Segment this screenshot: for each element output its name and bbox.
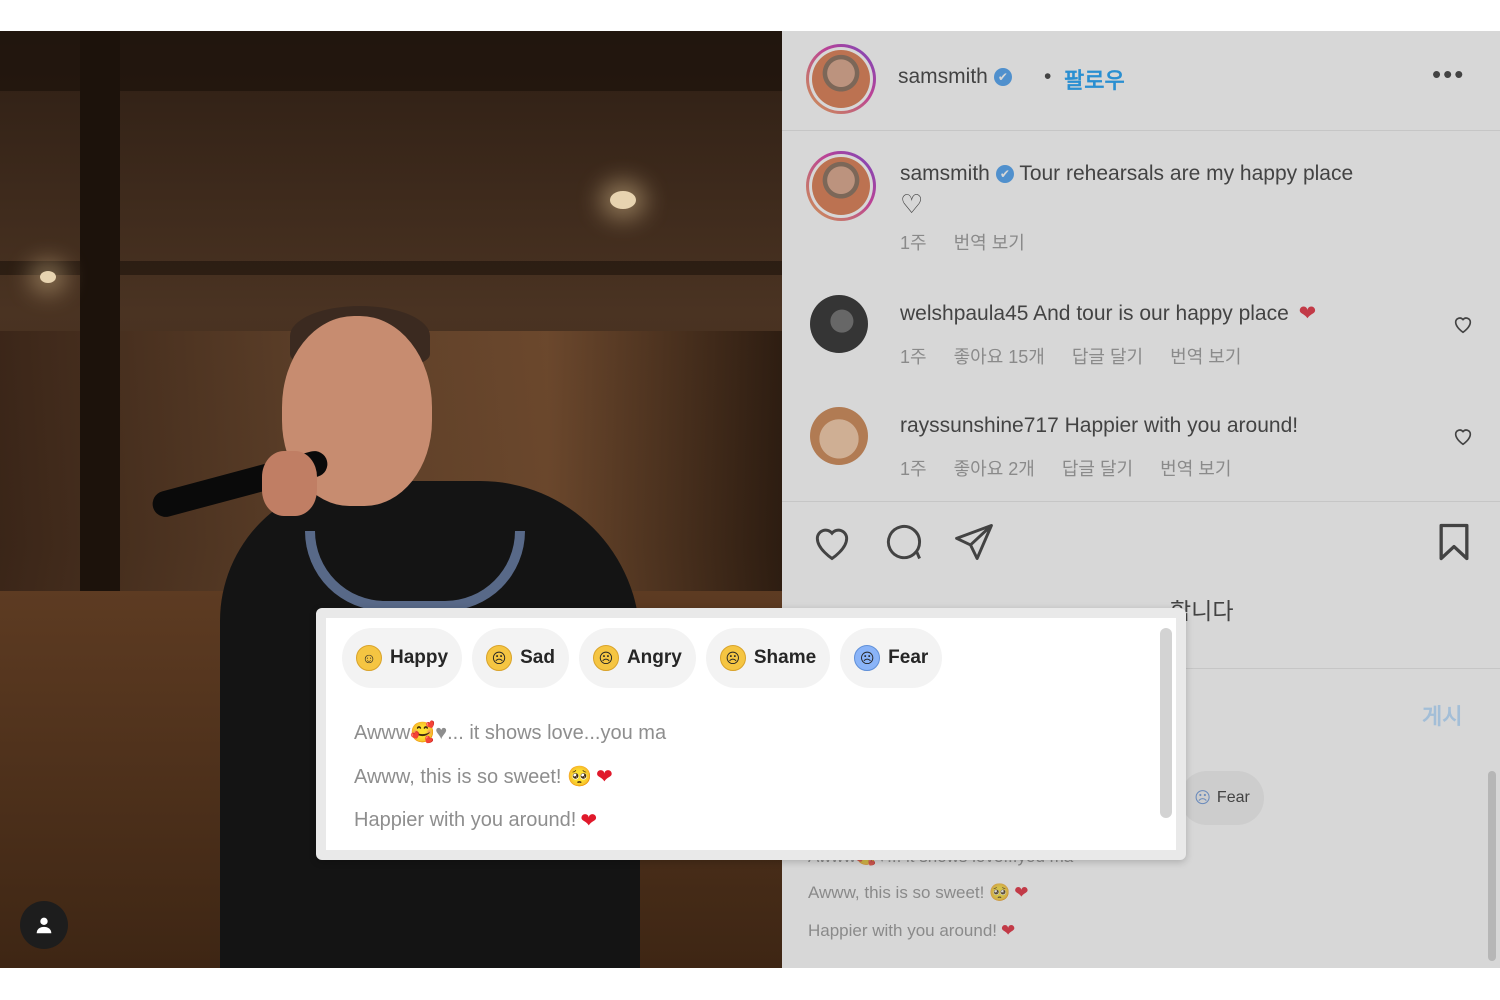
caption-meta: 1주 번역 보기 [900, 229, 1047, 255]
fear-emoji-icon: ☹ [1194, 790, 1211, 807]
suggestion-list: Awww🥰♥... it shows love...you ma Awww, t… [354, 710, 666, 842]
comment-like-icon[interactable] [1452, 313, 1474, 335]
comment-body: And tour is our happy place [1033, 302, 1289, 325]
caption-body: Tour rehearsals are my happy place [1019, 162, 1354, 185]
comment-time[interactable]: 1주 [900, 459, 927, 479]
comment-body: Happier with you around! [1064, 414, 1299, 437]
follow-button[interactable]: 팔로우 [1064, 63, 1125, 95]
comment-text: rayssunshine717 Happier with you around! [900, 411, 1440, 441]
photo-beam [0, 31, 782, 91]
heart-emoji: ❤ [1014, 883, 1029, 902]
photo-light [40, 271, 56, 283]
emotion-suggestion-popup: ☺ Happy ☹ Sad ☹ Angry ☹ Shame ☹ Fear Awww🥰♥..… [316, 608, 1186, 860]
comment-reply[interactable]: 답글 달기 [1072, 347, 1143, 367]
fear-emoji-icon: ☹ [854, 645, 881, 671]
heart-emoji: ❤ [1001, 921, 1016, 940]
share-icon[interactable] [952, 520, 996, 564]
caption-time[interactable]: 1주 [900, 233, 927, 253]
emotion-chip-sad[interactable]: ☹ Sad [472, 628, 569, 688]
post-header: samsmith ✔ • 팔로우 ••• [782, 31, 1500, 131]
photo-light [610, 191, 636, 209]
background-suggestion[interactable]: Awww, this is so sweet! 🥺 ❤ [808, 883, 1029, 903]
chip-label: Fear [888, 647, 929, 668]
suggestion-item[interactable]: Happier with you around! ❤ [354, 798, 666, 842]
author-avatar[interactable] [806, 44, 876, 114]
verified-icon: ✔ [993, 68, 1012, 87]
verified-icon: ✔ [995, 165, 1014, 184]
chip-label: Shame [753, 647, 817, 668]
panel-scrollbar[interactable] [1488, 771, 1496, 961]
caption-username[interactable]: samsmith [900, 162, 990, 185]
emotion-chip-happy[interactable]: ☺ Happy [342, 628, 463, 688]
heart-emoji: ❤ [595, 765, 613, 788]
caption-avatar[interactable] [806, 151, 876, 221]
heart-emoji: ❤ [1298, 302, 1317, 325]
background-suggestion[interactable]: Happier with you around! ❤ [808, 921, 1015, 941]
shame-emoji-icon: ☹ [719, 645, 746, 671]
emotion-chip-angry[interactable]: ☹ Angry [578, 628, 696, 688]
comment-like-icon[interactable] [1452, 425, 1474, 447]
chip-label: Fear [1216, 789, 1250, 806]
author-username-text[interactable]: samsmith [898, 65, 988, 88]
happy-emoji-icon: ☺ [356, 645, 382, 671]
comment-translate[interactable]: 번역 보기 [1160, 459, 1231, 479]
photo-beam [80, 31, 120, 591]
instagram-post-view: samsmith ✔ • 팔로우 ••• samsmith ✔ Tour rehea… [0, 31, 1500, 968]
photo-person-hand [262, 451, 317, 516]
comment-text: welshpaula45 And tour is our happy place… [900, 299, 1440, 329]
caption-heart: ♡ [900, 189, 924, 219]
author-username[interactable]: samsmith ✔ [898, 65, 1012, 89]
emotion-chip-fear[interactable]: ☹ Fear [1180, 771, 1264, 825]
suggestion-text: Happier with you around! [354, 808, 577, 831]
comment-username[interactable]: welshpaula45 [900, 302, 1028, 325]
comment-meta: 1주 좋아요 15개 답글 달기 번역 보기 [900, 343, 1263, 369]
caption-translate[interactable]: 번역 보기 [954, 233, 1025, 253]
commenter-avatar[interactable] [810, 407, 868, 465]
more-options-icon[interactable]: ••• [1432, 59, 1465, 90]
suggestion-text: Awww, this is so sweet! 🥺 [808, 883, 1011, 902]
popup-scrollbar[interactable] [1160, 628, 1172, 818]
comment-time[interactable]: 1주 [900, 347, 927, 367]
comment-likes[interactable]: 좋아요 2개 [954, 459, 1035, 479]
chip-label: Happy [390, 647, 449, 668]
photo-beam [0, 261, 782, 275]
user-icon [36, 917, 52, 934]
tagged-users-button[interactable] [20, 901, 68, 949]
comment-reply[interactable]: 답글 달기 [1062, 459, 1133, 479]
comment-icon[interactable] [882, 520, 926, 564]
comment-meta: 1주 좋아요 2개 답글 달기 번역 보기 [900, 455, 1253, 481]
bookmark-icon[interactable] [1432, 520, 1476, 564]
sad-emoji-icon: ☹ [486, 645, 513, 671]
suggestion-item[interactable]: Awww, this is so sweet! 🥺 ❤ [354, 754, 666, 798]
separator-dot: • [1044, 65, 1052, 88]
comment-likes[interactable]: 좋아요 15개 [954, 347, 1045, 367]
emotion-chips: ☺ Happy ☹ Sad ☹ Angry ☹ Shame ☹ Fear [342, 628, 943, 688]
comment-translate[interactable]: 번역 보기 [1170, 347, 1241, 367]
angry-emoji-icon: ☹ [592, 645, 619, 671]
post-comment-button[interactable]: 게시 [1422, 699, 1462, 731]
commenter-avatar[interactable] [810, 295, 868, 353]
suggestion-text: Happier with you around! [808, 921, 998, 940]
caption-text: samsmith ✔ Tour rehearsals are my happy p… [900, 159, 1440, 222]
comment-username[interactable]: rayssunshine717 [900, 414, 1059, 437]
emotion-chip-shame[interactable]: ☹ Shame [705, 628, 831, 688]
chip-label: Sad [520, 647, 555, 668]
emotion-chip-fear[interactable]: ☹ Fear [840, 628, 943, 688]
suggestion-text: Awww🥰♥... it shows love...you ma [354, 721, 667, 744]
suggestion-text: Awww, this is so sweet! 🥺 [354, 765, 592, 788]
chip-label: Angry [626, 647, 682, 668]
heart-emoji: ❤ [580, 809, 598, 832]
suggestion-item[interactable]: Awww🥰♥... it shows love...you ma [354, 710, 666, 754]
like-icon[interactable] [810, 520, 854, 564]
